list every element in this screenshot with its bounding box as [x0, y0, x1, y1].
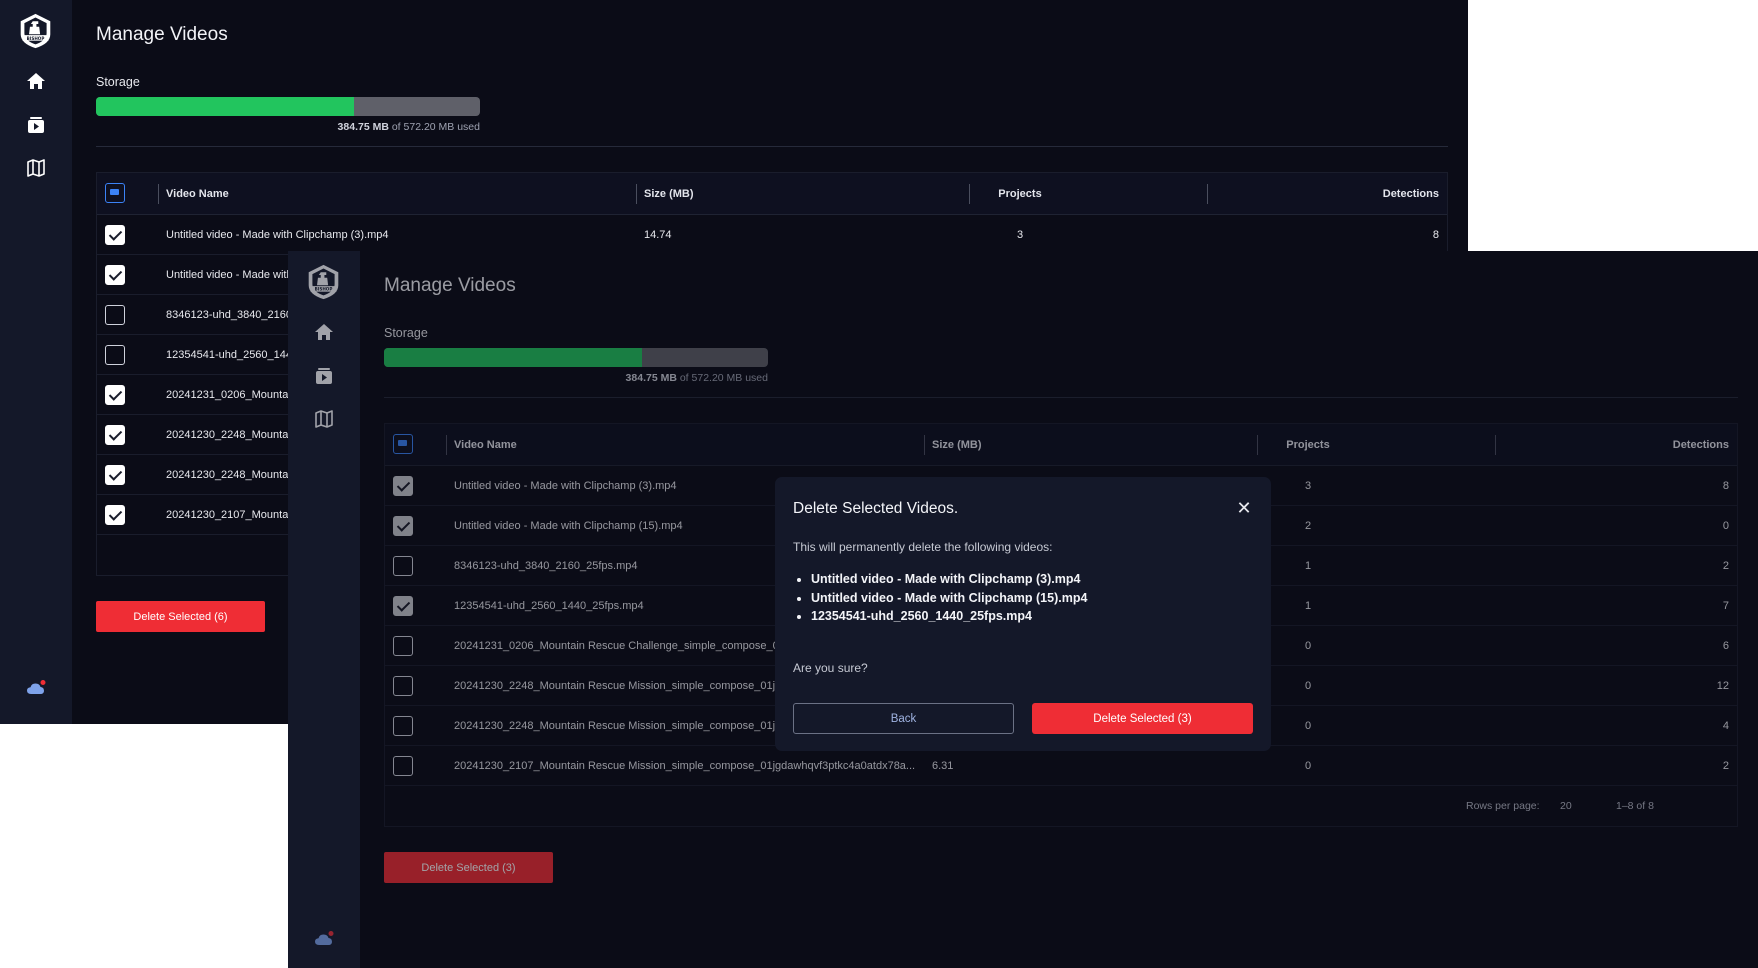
storage-label: Storage: [96, 75, 140, 89]
logo-text: BISHOP: [27, 36, 45, 41]
row-checkbox[interactable]: [393, 676, 413, 696]
storage-total: of 572.20 MB used: [679, 372, 768, 384]
divider: [96, 146, 1448, 147]
row-checkbox[interactable]: [105, 305, 125, 325]
cloud-status-icon[interactable]: [314, 931, 334, 947]
header-detections[interactable]: Detections: [1239, 173, 1439, 215]
header-video-name[interactable]: Video Name: [166, 173, 636, 215]
storage-bar-fill: [96, 97, 355, 116]
dialog-description: This will permanently delete the followi…: [793, 540, 1053, 554]
select-all-checkbox[interactable]: [105, 183, 125, 203]
cloud-status-icon[interactable]: [26, 680, 46, 696]
storage-total: of 572.20 MB used: [391, 121, 480, 133]
delete-selected-button[interactable]: Delete Selected (3): [384, 852, 553, 883]
storage-label: Storage: [384, 326, 428, 340]
column-separator: [446, 435, 447, 455]
row-checkbox[interactable]: [105, 265, 125, 285]
storage-used: 384.75 MB: [337, 121, 389, 133]
projects-cell: 0: [1304, 760, 1312, 772]
back-button[interactable]: Back: [793, 703, 1014, 734]
storage-used: 384.75 MB: [625, 372, 677, 384]
sidebar: BISHOP: [0, 0, 72, 724]
table-row[interactable]: Untitled video - Made with Clipchamp (3)…: [97, 215, 1447, 255]
row-checkbox[interactable]: [105, 385, 125, 405]
row-checkbox[interactable]: [105, 345, 125, 365]
row-checkbox[interactable]: [105, 225, 125, 245]
row-checkbox[interactable]: [105, 465, 125, 485]
row-checkbox[interactable]: [105, 425, 125, 445]
table-header: Video Name Size (MB) Projects Detections: [385, 424, 1737, 466]
delete-selected-button[interactable]: Delete Selected (6): [96, 601, 265, 632]
confirm-delete-button[interactable]: Delete Selected (3): [1032, 703, 1253, 734]
row-checkbox[interactable]: [393, 596, 413, 616]
row-checkbox[interactable]: [393, 516, 413, 536]
detections-cell: 0: [1722, 520, 1729, 532]
row-checkbox[interactable]: [393, 476, 413, 496]
page-title: Manage Videos: [384, 275, 516, 296]
table-header: Video Name Size (MB) Projects Detections: [97, 173, 1447, 215]
row-checkbox[interactable]: [393, 756, 413, 776]
video-archive-icon[interactable]: [26, 115, 46, 135]
storage-usage: 384.75 MB of 572.20 MB used: [384, 372, 768, 384]
header-video-name[interactable]: Video Name: [454, 424, 924, 466]
home-icon[interactable]: [26, 71, 46, 91]
video-name-cell: Untitled video - Made with Clipchamp (3)…: [166, 229, 389, 241]
video-to-delete-item: Untitled video - Made with Clipchamp (15…: [811, 589, 1087, 608]
detections-cell: 4: [1722, 720, 1729, 732]
row-checkbox[interactable]: [393, 636, 413, 656]
row-checkbox[interactable]: [105, 505, 125, 525]
rows-per-page-label: Rows per page:: [1466, 800, 1540, 812]
header-projects[interactable]: Projects: [1253, 424, 1363, 466]
storage-bar-fill: [384, 348, 643, 367]
column-separator: [1207, 184, 1208, 204]
pagination-info: 1–8 of 8: [1616, 800, 1654, 812]
header-projects[interactable]: Projects: [965, 173, 1075, 215]
storage-usage: 384.75 MB of 572.20 MB used: [96, 121, 480, 133]
table-footer: Rows per page: 20 1–8 of 8: [385, 786, 1737, 826]
home-icon[interactable]: [314, 322, 334, 342]
detections-cell: 12: [1716, 680, 1729, 692]
column-separator: [636, 184, 637, 204]
bishop-logo[interactable]: BISHOP: [17, 12, 54, 49]
detections-cell: 8: [1722, 480, 1729, 492]
divider: [384, 397, 1738, 398]
sidebar: BISHOP: [288, 251, 360, 968]
header-size[interactable]: Size (MB): [932, 424, 1132, 466]
video-name-cell: 20241230_2107_Mountain Rescue Mission_si…: [454, 760, 916, 772]
video-to-delete-item: Untitled video - Made with Clipchamp (3)…: [811, 570, 1087, 589]
table-row[interactable]: 20241230_2107_Mountain Rescue Mission_si…: [385, 746, 1737, 786]
detections-cell: 2: [1722, 760, 1729, 772]
row-checkbox[interactable]: [393, 716, 413, 736]
column-separator: [1495, 435, 1496, 455]
column-separator: [924, 435, 925, 455]
size-cell: 6.31: [932, 760, 954, 772]
detections-cell: 8: [1432, 229, 1439, 241]
select-all-checkbox[interactable]: [393, 434, 413, 454]
storage-bar: [96, 97, 480, 116]
header-detections[interactable]: Detections: [1529, 424, 1729, 466]
page-title: Manage Videos: [96, 24, 228, 45]
projects-cell: 3: [1016, 229, 1024, 241]
close-icon[interactable]: ✕: [1233, 497, 1255, 519]
video-to-delete-item: 12354541-uhd_2560_1440_25fps.mp4: [811, 607, 1087, 626]
map-icon[interactable]: [314, 409, 334, 429]
storage-bar: [384, 348, 768, 367]
size-cell: 14.74: [644, 229, 672, 241]
detections-cell: 6: [1722, 640, 1729, 652]
video-archive-icon[interactable]: [314, 366, 334, 386]
detections-cell: 7: [1722, 600, 1729, 612]
rows-per-page-select[interactable]: 20: [1560, 786, 1572, 826]
bishop-logo[interactable]: BISHOP: [305, 263, 342, 300]
confirm-question: Are you sure?: [793, 661, 868, 675]
foreground-screenshot: BISHOP Manage Videos Storage 384.75 MB o…: [288, 251, 1758, 968]
row-checkbox[interactable]: [393, 556, 413, 576]
column-separator: [158, 184, 159, 204]
delete-confirm-dialog: Delete Selected Videos. ✕ This will perm…: [775, 477, 1271, 751]
logo-text: BISHOP: [315, 287, 333, 292]
header-size[interactable]: Size (MB): [644, 173, 844, 215]
dialog-title: Delete Selected Videos.: [793, 500, 959, 517]
videos-to-delete-list: Untitled video - Made with Clipchamp (3)…: [811, 570, 1087, 626]
detections-cell: 2: [1722, 560, 1729, 572]
map-icon[interactable]: [26, 158, 46, 178]
